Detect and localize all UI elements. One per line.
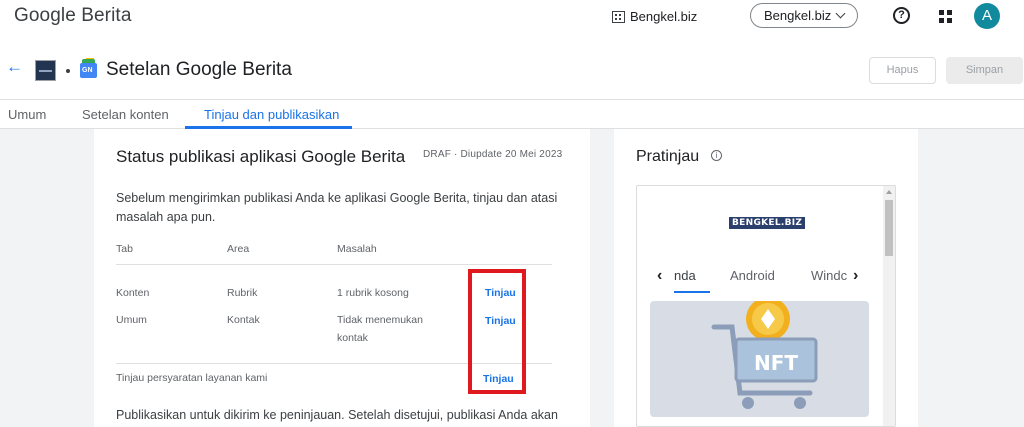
table-divider: [116, 264, 552, 265]
page-title: Setelan Google Berita: [106, 59, 292, 80]
save-button[interactable]: Simpan: [946, 57, 1023, 84]
google-news-badge-text: GN: [82, 67, 93, 74]
tab-umum[interactable]: Umum: [8, 107, 46, 122]
column-header-area: Area: [227, 243, 250, 255]
avatar[interactable]: A: [974, 3, 1000, 29]
status-outro: Publikasikan untuk dikirim ke peninjauan…: [116, 408, 558, 422]
back-arrow-icon[interactable]: ←: [6, 58, 23, 75]
top-bar: Google Berita Bengkel.biz Bengkel.biz ? …: [0, 0, 1024, 38]
hero-text: NFT: [754, 351, 798, 375]
scroll-up-icon[interactable]: [886, 190, 892, 194]
google-news-icon: GN: [80, 58, 97, 80]
annotation-highlight-box: [468, 269, 526, 394]
tab-bar: Umum Setelan konten Tinjau dan publikasi…: [0, 99, 1024, 129]
status-title: Status publikasi aplikasi Google Berita: [116, 147, 406, 166]
preview-frame: BENGKEL.BIZ ‹ nda Android Windc › NFT: [636, 185, 896, 427]
terms-label: Tinjau persyaratan layanan kami: [116, 372, 268, 384]
publication-thumbnail: [35, 60, 56, 81]
publication-name-label: Bengkel.biz: [630, 9, 698, 24]
nft-cart-illustration: NFT: [711, 301, 818, 409]
preview-card: Pratinjau i BENGKEL.BIZ ‹ nda Android Wi…: [614, 129, 918, 427]
chevron-right-icon[interactable]: ›: [853, 267, 858, 285]
tab-tinjau-dan-publikasikan[interactable]: Tinjau dan publikasikan: [204, 107, 339, 122]
status-intro: Sebelum mengirimkan publikasi Anda ke ap…: [116, 191, 558, 224]
delete-button[interactable]: Hapus: [869, 57, 936, 84]
preview-tab[interactable]: nda: [674, 268, 696, 283]
publication-selector-label: Bengkel.biz: [764, 8, 832, 23]
publication-name: Bengkel.biz: [612, 9, 697, 24]
preview-tab[interactable]: Windc: [811, 268, 847, 283]
status-meta: DRAF · Diupdate 20 Mei 2023: [423, 149, 563, 160]
preview-title: Pratinjau: [636, 148, 700, 165]
preview-tab-indicator: [674, 291, 710, 293]
brand-logo: BENGKEL.BIZ: [729, 217, 806, 229]
row-issue: Tidak menemukan kontak: [337, 314, 423, 344]
apps-grid-icon[interactable]: [939, 10, 952, 23]
app-title[interactable]: Google Berita: [14, 5, 131, 27]
publication-selector[interactable]: Bengkel.biz: [750, 3, 858, 28]
row-tab: Umum: [116, 314, 147, 326]
separator-dot: [66, 69, 70, 73]
status-card: Status publikasi aplikasi Google Berita …: [94, 129, 590, 427]
column-header-masalah: Masalah: [337, 243, 377, 255]
preview-hero-image: NFT: [650, 301, 869, 417]
building-icon: [612, 10, 625, 23]
row-issue: 1 rubrik kosong: [337, 287, 409, 299]
chevron-down-icon: [835, 8, 846, 19]
scrollbar[interactable]: [883, 186, 895, 426]
row-tab: Konten: [116, 287, 150, 299]
help-icon[interactable]: ?: [893, 7, 910, 24]
info-icon[interactable]: i: [711, 150, 722, 161]
tab-setelan-konten[interactable]: Setelan konten: [82, 107, 169, 122]
column-header-tab: Tab: [116, 243, 133, 255]
row-area: Rubrik: [227, 287, 258, 299]
row-area: Kontak: [227, 314, 260, 326]
preview-tab[interactable]: Android: [730, 268, 775, 283]
chevron-left-icon[interactable]: ‹: [657, 267, 662, 285]
scroll-thumb[interactable]: [885, 200, 893, 256]
